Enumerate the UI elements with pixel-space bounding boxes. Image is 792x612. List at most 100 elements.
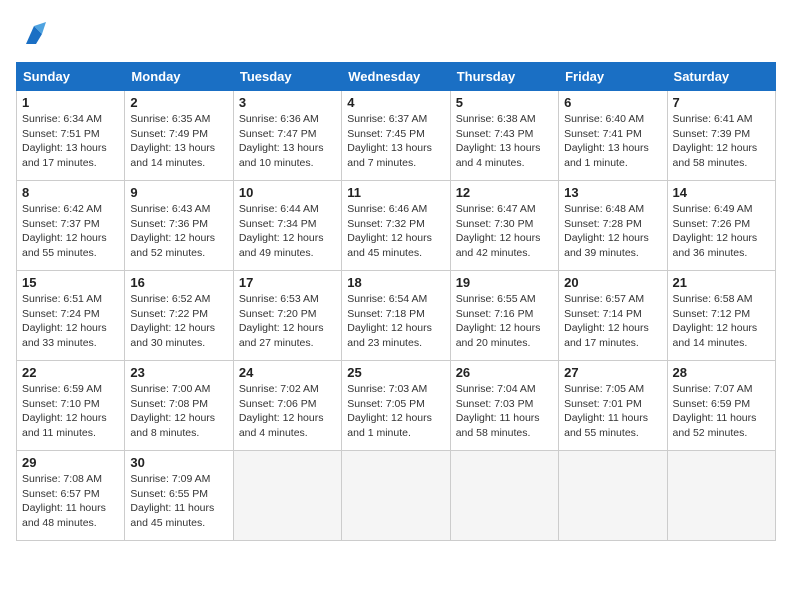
calendar-day-27: 27 Sunrise: 7:05 AMSunset: 7:01 PMDayligh… — [559, 361, 667, 451]
day-number: 28 — [673, 365, 770, 380]
logo — [16, 16, 56, 52]
day-number: 7 — [673, 95, 770, 110]
day-info: Sunrise: 7:03 AMSunset: 7:05 PMDaylight:… — [347, 382, 444, 441]
day-info: Sunrise: 6:58 AMSunset: 7:12 PMDaylight:… — [673, 292, 770, 351]
calendar-day-4: 4 Sunrise: 6:37 AMSunset: 7:45 PMDaylight… — [342, 91, 450, 181]
calendar-day-14: 14Sunrise: 6:49 AMSunset: 7:26 PMDayligh… — [667, 181, 775, 271]
day-info: Sunrise: 6:41 AMSunset: 7:39 PMDaylight:… — [673, 112, 770, 171]
day-info: Sunrise: 7:02 AMSunset: 7:06 PMDaylight:… — [239, 382, 336, 441]
day-number: 4 — [347, 95, 444, 110]
day-number: 21 — [673, 275, 770, 290]
calendar-week-3: 15Sunrise: 6:51 AMSunset: 7:24 PMDayligh… — [17, 271, 776, 361]
day-number: 8 — [22, 185, 119, 200]
calendar-day-25: 25Sunrise: 7:03 AMSunset: 7:05 PMDayligh… — [342, 361, 450, 451]
day-info: Sunrise: 7:00 AMSunset: 7:08 PMDaylight:… — [130, 382, 227, 441]
day-number: 24 — [239, 365, 336, 380]
day-info: Sunrise: 7:07 AMSunset: 6:59 PMDaylight:… — [673, 382, 770, 441]
day-info: Sunrise: 6:48 AMSunset: 7:28 PMDaylight:… — [564, 202, 661, 261]
calendar-day-8: 8Sunrise: 6:42 AMSunset: 7:37 PMDaylight… — [17, 181, 125, 271]
calendar-day-22: 22 Sunrise: 6:59 AMSunset: 7:10 PMDayligh… — [17, 361, 125, 451]
calendar-day-1: 1 Sunrise: 6:34 AMSunset: 7:51 PMDaylight… — [17, 91, 125, 181]
day-info: Sunrise: 6:57 AMSunset: 7:14 PMDaylight:… — [564, 292, 661, 351]
calendar-day-15: 15Sunrise: 6:51 AMSunset: 7:24 PMDayligh… — [17, 271, 125, 361]
day-number: 22 — [22, 365, 119, 380]
day-info: Sunrise: 7:08 AMSunset: 6:57 PMDaylight:… — [22, 472, 119, 531]
calendar-day-20: 20 Sunrise: 6:57 AMSunset: 7:14 PMDayligh… — [559, 271, 667, 361]
day-info: Sunrise: 7:04 AMSunset: 7:03 PMDaylight:… — [456, 382, 553, 441]
day-number: 29 — [22, 455, 119, 470]
calendar-day-18: 18 Sunrise: 6:54 AMSunset: 7:18 PMDayligh… — [342, 271, 450, 361]
day-number: 11 — [347, 185, 444, 200]
calendar-week-2: 8Sunrise: 6:42 AMSunset: 7:37 PMDaylight… — [17, 181, 776, 271]
calendar-header-row: SundayMondayTuesdayWednesdayThursdayFrid… — [17, 63, 776, 91]
calendar-day-7: 7 Sunrise: 6:41 AMSunset: 7:39 PMDaylight… — [667, 91, 775, 181]
header-saturday: Saturday — [667, 63, 775, 91]
calendar-week-5: 29 Sunrise: 7:08 AMSunset: 6:57 PMDayligh… — [17, 451, 776, 541]
calendar-week-1: 1 Sunrise: 6:34 AMSunset: 7:51 PMDaylight… — [17, 91, 776, 181]
calendar-day-5: 5 Sunrise: 6:38 AMSunset: 7:43 PMDaylight… — [450, 91, 558, 181]
header-wednesday: Wednesday — [342, 63, 450, 91]
day-info: Sunrise: 7:05 AMSunset: 7:01 PMDaylight:… — [564, 382, 661, 441]
calendar-day-empty — [667, 451, 775, 541]
day-info: Sunrise: 6:47 AMSunset: 7:30 PMDaylight:… — [456, 202, 553, 261]
day-info: Sunrise: 6:43 AMSunset: 7:36 PMDaylight:… — [130, 202, 227, 261]
calendar-day-23: 23 Sunrise: 7:00 AMSunset: 7:08 PMDayligh… — [125, 361, 233, 451]
day-info: Sunrise: 6:53 AMSunset: 7:20 PMDaylight:… — [239, 292, 336, 351]
day-info: Sunrise: 6:49 AMSunset: 7:26 PMDaylight:… — [673, 202, 770, 261]
calendar-day-19: 19 Sunrise: 6:55 AMSunset: 7:16 PMDayligh… — [450, 271, 558, 361]
day-number: 23 — [130, 365, 227, 380]
day-info: Sunrise: 6:35 AMSunset: 7:49 PMDaylight:… — [130, 112, 227, 171]
day-number: 20 — [564, 275, 661, 290]
calendar-table: SundayMondayTuesdayWednesdayThursdayFrid… — [16, 62, 776, 541]
day-info: Sunrise: 6:38 AMSunset: 7:43 PMDaylight:… — [456, 112, 553, 171]
day-info: Sunrise: 6:44 AMSunset: 7:34 PMDaylight:… — [239, 202, 336, 261]
header-friday: Friday — [559, 63, 667, 91]
calendar-day-21: 21 Sunrise: 6:58 AMSunset: 7:12 PMDayligh… — [667, 271, 775, 361]
calendar-day-24: 24 Sunrise: 7:02 AMSunset: 7:06 PMDayligh… — [233, 361, 341, 451]
day-number: 1 — [22, 95, 119, 110]
header-tuesday: Tuesday — [233, 63, 341, 91]
calendar-day-30: 30Sunrise: 7:09 AMSunset: 6:55 PMDayligh… — [125, 451, 233, 541]
calendar-day-empty — [450, 451, 558, 541]
calendar-day-12: 12 Sunrise: 6:47 AMSunset: 7:30 PMDayligh… — [450, 181, 558, 271]
calendar-day-empty — [342, 451, 450, 541]
day-number: 5 — [456, 95, 553, 110]
day-info: Sunrise: 6:59 AMSunset: 7:10 PMDaylight:… — [22, 382, 119, 441]
day-number: 26 — [456, 365, 553, 380]
day-number: 12 — [456, 185, 553, 200]
day-info: Sunrise: 6:37 AMSunset: 7:45 PMDaylight:… — [347, 112, 444, 171]
day-info: Sunrise: 6:54 AMSunset: 7:18 PMDaylight:… — [347, 292, 444, 351]
day-number: 6 — [564, 95, 661, 110]
day-info: Sunrise: 6:52 AMSunset: 7:22 PMDaylight:… — [130, 292, 227, 351]
day-info: Sunrise: 6:40 AMSunset: 7:41 PMDaylight:… — [564, 112, 661, 171]
day-info: Sunrise: 6:36 AMSunset: 7:47 PMDaylight:… — [239, 112, 336, 171]
day-info: Sunrise: 6:34 AMSunset: 7:51 PMDaylight:… — [22, 112, 119, 171]
day-info: Sunrise: 6:55 AMSunset: 7:16 PMDaylight:… — [456, 292, 553, 351]
day-number: 19 — [456, 275, 553, 290]
day-info: Sunrise: 6:51 AMSunset: 7:24 PMDaylight:… — [22, 292, 119, 351]
page-header — [16, 16, 776, 52]
calendar-day-6: 6 Sunrise: 6:40 AMSunset: 7:41 PMDaylight… — [559, 91, 667, 181]
calendar-day-17: 17 Sunrise: 6:53 AMSunset: 7:20 PMDayligh… — [233, 271, 341, 361]
calendar-day-empty — [233, 451, 341, 541]
calendar-day-3: 3 Sunrise: 6:36 AMSunset: 7:47 PMDaylight… — [233, 91, 341, 181]
header-monday: Monday — [125, 63, 233, 91]
day-number: 2 — [130, 95, 227, 110]
day-number: 27 — [564, 365, 661, 380]
calendar-week-4: 22 Sunrise: 6:59 AMSunset: 7:10 PMDayligh… — [17, 361, 776, 451]
day-info: Sunrise: 6:46 AMSunset: 7:32 PMDaylight:… — [347, 202, 444, 261]
calendar-day-28: 28 Sunrise: 7:07 AMSunset: 6:59 PMDayligh… — [667, 361, 775, 451]
day-number: 17 — [239, 275, 336, 290]
calendar-day-13: 13Sunrise: 6:48 AMSunset: 7:28 PMDayligh… — [559, 181, 667, 271]
calendar-day-empty — [559, 451, 667, 541]
day-number: 18 — [347, 275, 444, 290]
day-number: 30 — [130, 455, 227, 470]
day-number: 16 — [130, 275, 227, 290]
logo-icon — [16, 16, 52, 52]
calendar-day-16: 16 Sunrise: 6:52 AMSunset: 7:22 PMDayligh… — [125, 271, 233, 361]
day-number: 9 — [130, 185, 227, 200]
header-sunday: Sunday — [17, 63, 125, 91]
day-number: 3 — [239, 95, 336, 110]
calendar-day-2: 2 Sunrise: 6:35 AMSunset: 7:49 PMDaylight… — [125, 91, 233, 181]
calendar-day-10: 10Sunrise: 6:44 AMSunset: 7:34 PMDayligh… — [233, 181, 341, 271]
